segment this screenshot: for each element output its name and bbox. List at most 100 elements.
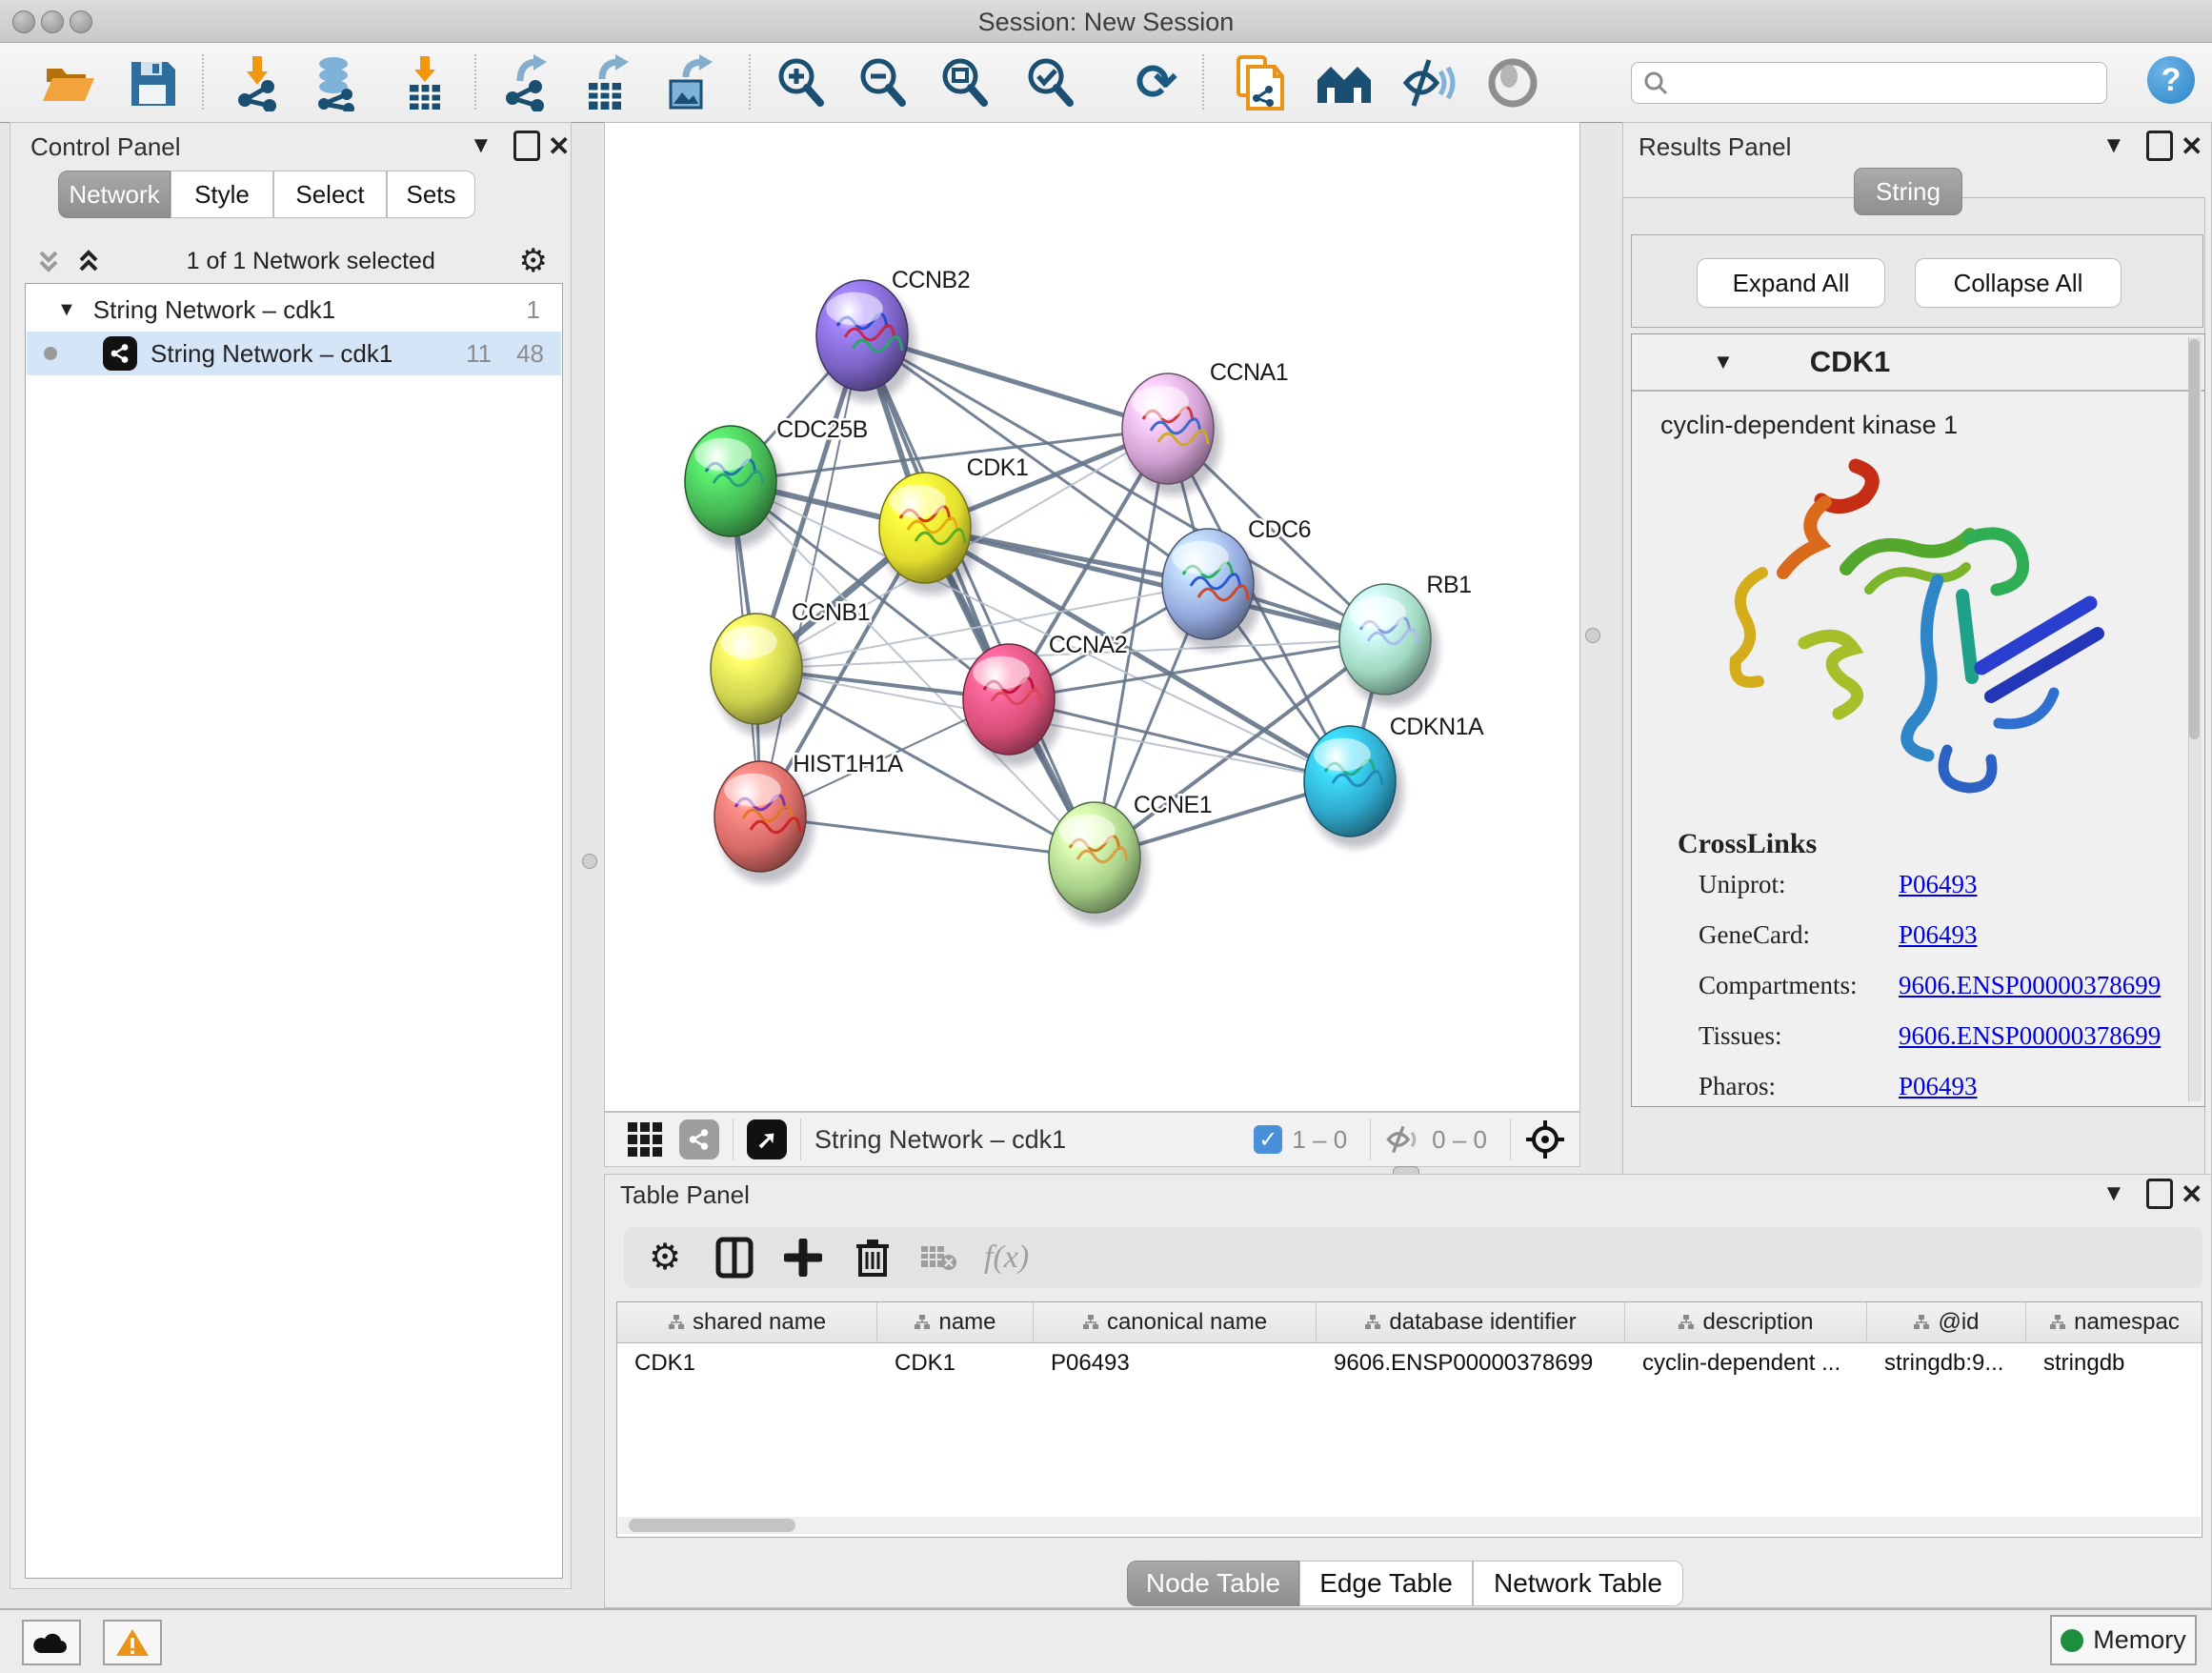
network-node-HIST1H1A[interactable] [714,761,814,883]
tab-string[interactable]: String [1854,168,1962,215]
network-graph[interactable]: CCNB2CCNA1CDC25BCDK1CDC6RB1CCNB1CCNA2CDK… [605,123,1579,1111]
right-splitter-handle[interactable] [1585,628,1600,643]
export-table-button[interactable] [577,52,638,113]
network-node-CDC25B[interactable] [685,426,784,548]
show-columns-icon[interactable] [715,1237,754,1279]
column-header-shared-name[interactable]: shared name [617,1302,877,1342]
table-cell[interactable]: stringdb [2026,1342,2202,1384]
crosslink-value-link[interactable]: P06493 [1899,870,1978,899]
table-hscrollbar[interactable] [618,1517,2201,1534]
zoom-out-button[interactable] [852,52,913,113]
grid-view-icon[interactable] [626,1120,664,1159]
tree-expand-caret[interactable]: ▼ [57,299,76,321]
crosslink-value-link[interactable]: 9606.ENSP00000378699 [1899,971,2161,1000]
collapse-all-button[interactable]: Collapse All [1915,258,2122,308]
table-cell[interactable]: CDK1 [617,1342,877,1384]
control-panel-menu-caret[interactable]: ▼ [470,132,493,159]
zoom-selected-button[interactable] [1019,52,1080,113]
network-node-CDKN1A[interactable] [1304,726,1403,848]
network-node-CCNA1[interactable] [1122,373,1221,495]
table-panel-menu-caret[interactable]: ▼ [2102,1180,2125,1207]
table-cell[interactable]: CDK1 [877,1342,1034,1384]
gene-section-header[interactable]: ▼ CDK1 [1632,334,2204,392]
search-input[interactable] [1678,69,2081,97]
network-node-RB1[interactable] [1339,584,1438,706]
table-cell[interactable]: 9606.ENSP00000378699 [1317,1342,1625,1384]
column-header-description[interactable]: description [1625,1302,1867,1342]
warning-button[interactable] [103,1620,162,1665]
column-header-namespac[interactable]: namespac [2026,1302,2202,1342]
tab-sets[interactable]: Sets [387,171,475,218]
add-column-plus-icon[interactable] [784,1239,822,1277]
table-settings-gear-icon[interactable]: ⚙ [645,1238,685,1278]
column-header-@id[interactable]: @id [1867,1302,2026,1342]
hide-selection-button[interactable] [1398,52,1459,113]
import-table-button[interactable] [394,52,455,113]
network-canvas[interactable]: CCNB2CCNA1CDC25BCDK1CDC6RB1CCNB1CCNA2CDK… [604,122,1580,1112]
network-node-CDC6[interactable] [1162,529,1261,651]
results-panel-close-button[interactable]: ✕ [2181,131,2202,162]
tab-style[interactable]: Style [171,171,273,218]
tab-edge-table[interactable]: Edge Table [1299,1561,1473,1606]
memory-button[interactable]: Memory [2050,1615,2197,1665]
string-view-icon[interactable] [679,1119,719,1159]
import-network-button[interactable] [229,52,290,113]
delete-column-trash-icon[interactable] [855,1237,891,1279]
zoom-in-button[interactable] [770,52,831,113]
toolbar-search[interactable] [1631,62,2107,104]
results-panel-menu-caret[interactable]: ▼ [2102,132,2125,159]
column-header-database-identifier[interactable]: database identifier [1317,1302,1625,1342]
open-session-button[interactable] [38,52,99,113]
home-string-button[interactable] [1315,52,1376,113]
network-node-CDK1[interactable] [879,473,978,595]
tab-network[interactable]: Network [58,171,171,218]
tab-node-table[interactable]: Node Table [1127,1561,1299,1606]
network-node-label: CCNA1 [1210,359,1288,386]
control-panel-float-button[interactable] [513,131,540,161]
network-node-CCNB1[interactable] [711,614,810,736]
tree-root-row[interactable]: ▼ String Network – cdk1 1 [27,288,561,332]
crosshair-birdseye-icon[interactable] [1524,1119,1566,1160]
table-hscrollbar-thumb[interactable] [629,1519,795,1532]
export-network-button[interactable] [497,52,558,113]
refresh-button[interactable]: ⟳ [1126,52,1187,113]
save-session-button[interactable] [122,52,183,113]
network-node-CCNB2[interactable] [816,280,915,402]
export-image-button[interactable] [659,52,720,113]
open-in-window-button[interactable]: ➚ [747,1119,787,1159]
import-database-button[interactable] [307,52,368,113]
section-collapse-caret[interactable]: ▼ [1713,350,1734,374]
column-header-canonical-name[interactable]: canonical name [1034,1302,1317,1342]
results-scrollbar-thumb[interactable] [2189,339,2200,739]
help-button[interactable]: ? [2147,56,2195,104]
table-panel-float-button[interactable] [2146,1179,2173,1209]
table-panel-close-button[interactable]: ✕ [2181,1179,2202,1210]
show-view-button[interactable] [1482,52,1543,113]
tree-network-row[interactable]: String Network – cdk1 11 48 [27,332,561,375]
table-cell[interactable]: P06493 [1034,1342,1317,1384]
control-panel-close-button[interactable]: ✕ [548,131,570,162]
expand-all-chevron-icon[interactable] [74,247,103,275]
collapse-all-chevron-icon[interactable] [34,247,63,275]
table-cell[interactable]: cyclin-dependent ... [1625,1342,1867,1384]
network-node-CCNA2[interactable] [963,644,1062,766]
column-header-name[interactable]: name [877,1302,1034,1342]
network-node-CCNE1[interactable] [1049,802,1148,924]
crosslink-value-link[interactable]: 9606.ENSP00000378699 [1899,1021,2161,1051]
results-panel-float-button[interactable] [2146,131,2173,161]
zoom-fit-button[interactable] [934,52,995,113]
clipboard-network-button[interactable] [1229,52,1290,113]
toolbar-separator [1202,54,1204,110]
crosslink-value-link[interactable]: P06493 [1899,920,1978,950]
expand-all-button[interactable]: Expand All [1697,258,1885,308]
table-cell[interactable]: stringdb:9... [1867,1342,2026,1384]
gear-icon[interactable]: ⚙ [519,242,548,280]
selected-checkbox-icon[interactable]: ✓ [1254,1125,1282,1154]
crosslink-value-link[interactable]: P06493 [1899,1072,1978,1101]
crosslinks-title: CrossLinks [1678,828,1817,860]
warning-icon [115,1627,150,1658]
tab-network-table[interactable]: Network Table [1473,1561,1683,1606]
tab-select[interactable]: Select [273,171,387,218]
left-splitter-handle[interactable] [582,854,597,869]
cloud-button[interactable] [22,1620,81,1665]
